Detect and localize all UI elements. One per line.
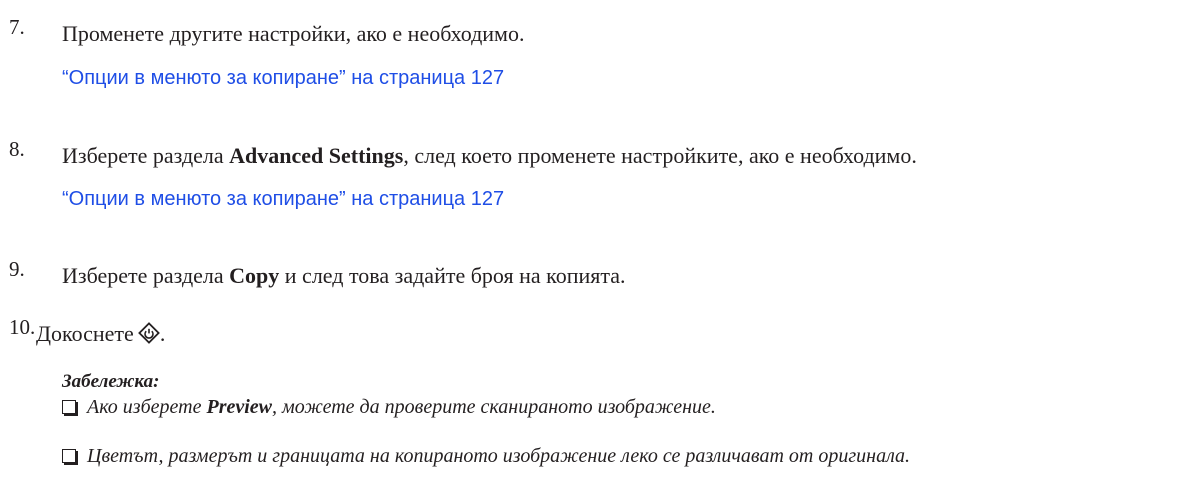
step-text-prefix: Изберете раздела bbox=[62, 143, 230, 168]
step-number: 7. bbox=[9, 15, 25, 39]
note-text: Цветът, размерът и границата на копирано… bbox=[87, 445, 911, 467]
step-text-suffix: . bbox=[159, 321, 166, 346]
step-text: Докоснете. bbox=[36, 319, 165, 352]
note-text-suffix: , можете да проверите сканираното изобра… bbox=[272, 396, 716, 418]
step-text-prefix: Изберете раздела bbox=[62, 263, 230, 288]
cross-reference-link[interactable]: “Опции в менюто за копиране” на страница… bbox=[62, 185, 504, 213]
button-name-preview: Preview bbox=[206, 396, 273, 418]
step-text-suffix: , след което променете настройките, ако … bbox=[403, 143, 917, 168]
note-item: Цветът, размерът и границата на копирано… bbox=[62, 443, 910, 469]
checkbox-bullet-icon bbox=[62, 449, 76, 463]
step-text-prefix: Докоснете bbox=[36, 321, 134, 346]
note-text-prefix: Ако изберете bbox=[87, 396, 207, 418]
step-text: Изберете раздела Copy и след това задайт… bbox=[62, 261, 626, 291]
start-diamond-icon bbox=[137, 322, 160, 352]
step-number: 9. bbox=[9, 257, 25, 281]
tab-name-advanced-settings: Advanced Settings bbox=[229, 143, 404, 168]
note-item: Ако изберете Preview, можете да проверит… bbox=[62, 394, 716, 420]
tab-name-copy: Copy bbox=[229, 263, 280, 288]
cross-reference-link[interactable]: “Опции в менюто за копиране” на страница… bbox=[62, 64, 504, 92]
checkbox-bullet-icon bbox=[62, 400, 76, 414]
step-text: Изберете раздела Advanced Settings, след… bbox=[62, 141, 917, 171]
step-number: 10. bbox=[9, 315, 36, 339]
note-title: Забележка: bbox=[62, 371, 160, 392]
step-text-suffix: и след това задайте броя на копията. bbox=[279, 263, 626, 288]
step-number: 8. bbox=[9, 137, 25, 161]
step-text: Променете другите настройки, ако е необх… bbox=[62, 21, 525, 46]
